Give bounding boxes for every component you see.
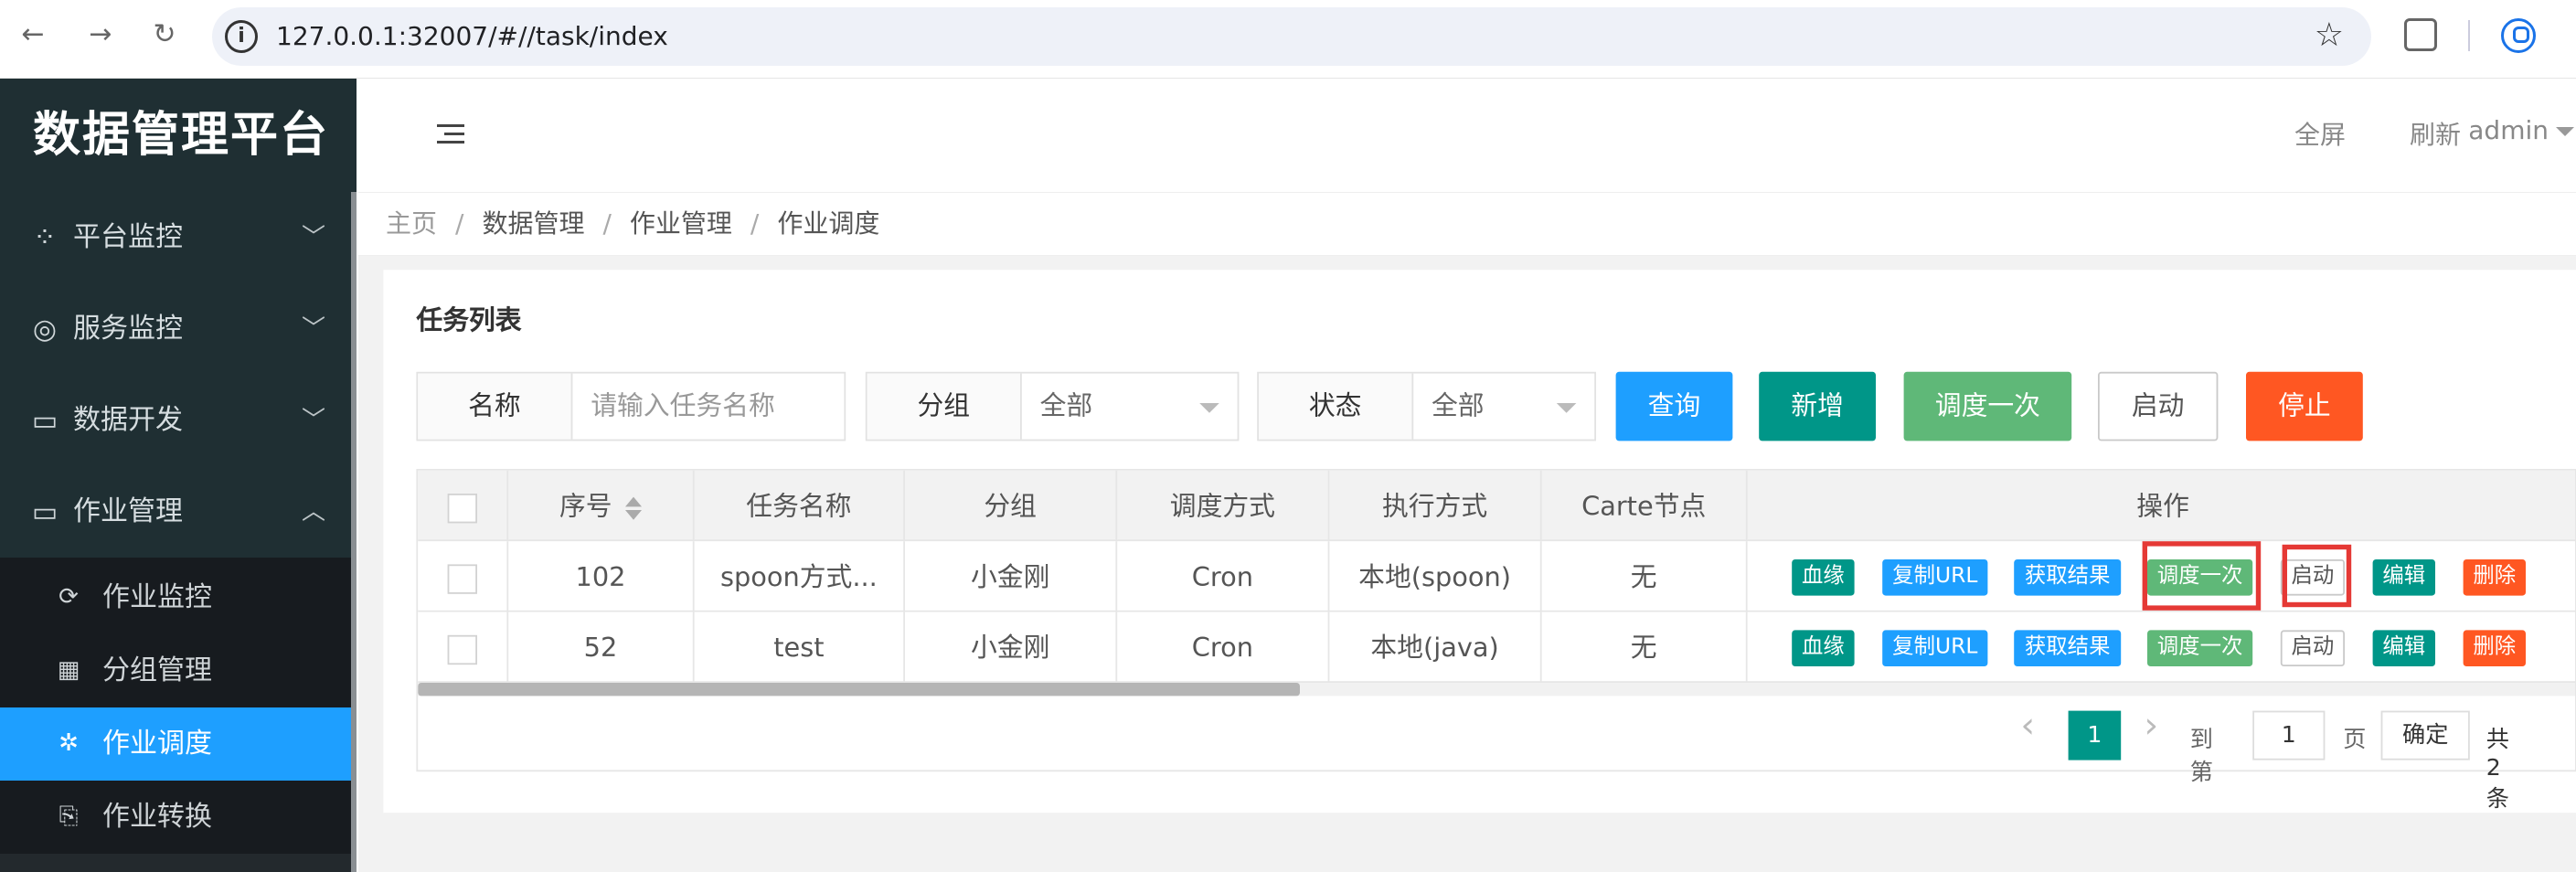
query-button[interactable]: 查询 (1615, 371, 1733, 441)
cell-group: 小金刚 (905, 541, 1118, 612)
page-unit-label: 页 (2343, 727, 2367, 754)
status-select[interactable]: 全部 (1432, 374, 1485, 440)
cell-id: 102 (508, 541, 695, 612)
cell-exec: 本地(spoon) (1329, 541, 1542, 612)
highlight-box (2282, 544, 2352, 608)
status-label: 状态 (1259, 373, 1414, 440)
cell-exec: 本地(java) (1329, 611, 1542, 683)
task-list-card: 任务列表 名称 请输入任务名称 分组 全部 状态 全部 查询 新增 调度一次 启动 停止 序号 任务名称分… (383, 270, 2576, 814)
page-input[interactable]: 1 (2252, 710, 2326, 760)
cell-carte: 无 (1542, 611, 1748, 683)
group-select[interactable]: 全部 (1040, 374, 1093, 440)
header-carte: Carte节点 (1542, 470, 1748, 542)
select-all-cell (418, 470, 509, 542)
cell-schedule: Cron (1117, 541, 1330, 612)
row-ops: 血缘 复制URL 获取结果 调度一次 启动 编辑 删除 (1748, 612, 2575, 683)
total-count: 共 2 条 (2486, 727, 2509, 814)
group-label: 分组 (867, 373, 1022, 440)
next-page-icon[interactable]: › (2144, 706, 2158, 747)
get-result-button[interactable]: 获取结果 (2014, 559, 2122, 596)
group-field: 分组 全部 (865, 371, 1240, 441)
highlight-box (2142, 541, 2262, 611)
start-button[interactable]: 启动 (2098, 371, 2219, 441)
confirm-page-button[interactable]: 确定 (2380, 710, 2470, 760)
name-field: 名称 请输入任务名称 (416, 371, 846, 441)
cell-name: spoon方式... (695, 541, 905, 612)
header-exec: 执行方式 (1329, 470, 1542, 542)
table-header: 序号 任务名称 分组 调度方式 执行方式 Carte节点 操作 (418, 470, 2575, 542)
add-button[interactable]: 新增 (1759, 371, 1876, 441)
schedule-once-row-button[interactable]: 调度一次 (2147, 630, 2253, 666)
cell-group: 小金刚 (905, 611, 1118, 683)
header-name: 任务名称 (695, 470, 905, 542)
row-select-cell (418, 541, 509, 612)
header-id[interactable]: 序号 (508, 470, 695, 542)
edit-button[interactable]: 编辑 (2372, 559, 2435, 596)
prev-page-icon[interactable]: ‹ (2020, 706, 2035, 747)
page-current[interactable]: 1 (2068, 710, 2122, 760)
start-row-button[interactable]: 启动 (2280, 630, 2345, 666)
dropdown-arrow-icon[interactable] (1556, 403, 1577, 413)
lineage-button[interactable]: 血缘 (1792, 630, 1855, 666)
name-label: 名称 (418, 373, 573, 440)
header-schedule: 调度方式 (1117, 470, 1330, 542)
delete-button[interactable]: 删除 (2463, 630, 2526, 666)
row-select-cell (418, 611, 509, 683)
edit-button[interactable]: 编辑 (2372, 630, 2435, 666)
copy-url-button[interactable]: 复制URL (1882, 630, 1988, 666)
name-input[interactable]: 请输入任务名称 (591, 374, 775, 440)
row-ops: 血缘 复制URL 获取结果 调度一次 启动 编辑 删除 (1748, 541, 2575, 611)
stop-button[interactable]: 停止 (2246, 371, 2363, 441)
cell-schedule: Cron (1117, 611, 1330, 683)
row-checkbox[interactable] (447, 563, 477, 593)
header-ops: 操作 (2136, 490, 2189, 522)
select-all-checkbox[interactable] (447, 493, 477, 523)
horizontal-scrollbar[interactable] (418, 683, 1301, 697)
cell-carte: 无 (1542, 541, 1748, 612)
header-label: 序号 (559, 490, 612, 522)
row-checkbox[interactable] (447, 633, 477, 665)
cell-name: test (695, 611, 905, 683)
sort-icon[interactable] (625, 495, 642, 519)
card-title: 任务列表 (416, 304, 522, 336)
delete-button[interactable]: 删除 (2463, 559, 2526, 596)
cell-id: 52 (508, 611, 695, 683)
table-row[interactable]: 52 test 小金刚 Cron 本地(java) 无 血缘 复制URL 获取结果 调度一次 启动编… (418, 611, 2575, 683)
status-field: 状态 全部 (1257, 371, 1596, 441)
schedule-once-button[interactable]: 调度一次 (1903, 371, 2072, 441)
get-result-button[interactable]: 获取结果 (2014, 630, 2122, 666)
copy-url-button[interactable]: 复制URL (1882, 559, 1988, 596)
header-group: 分组 (905, 470, 1118, 542)
lineage-button[interactable]: 血缘 (1792, 559, 1855, 596)
table-row[interactable]: 102 spoon方式... 小金刚 Cron 本地(spoon) 无 血缘 复制URL 获取结… (418, 541, 2575, 612)
goto-label: 到第 (2189, 727, 2213, 787)
dropdown-arrow-icon[interactable] (1199, 403, 1219, 413)
